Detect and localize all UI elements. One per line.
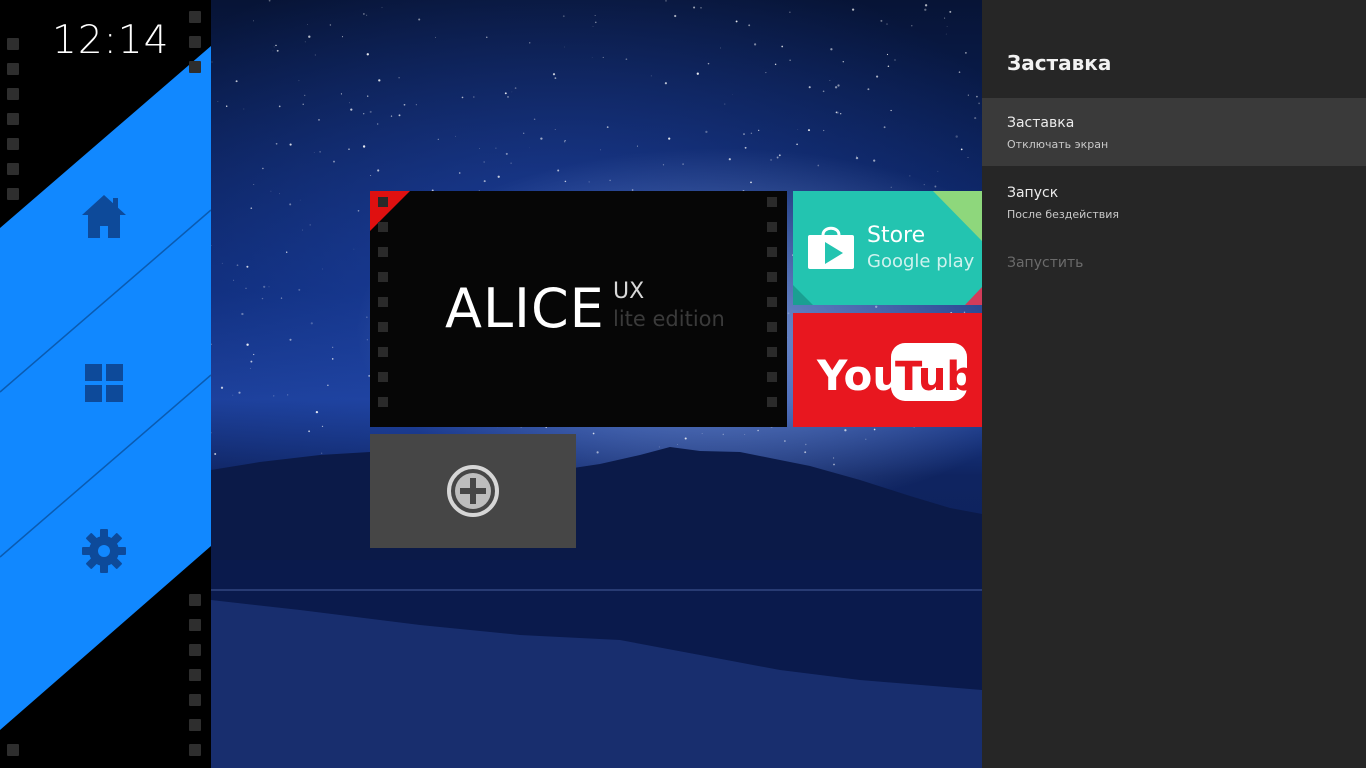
menu-item-label: Заставка: [1007, 115, 1075, 131]
film-hole: [189, 644, 201, 656]
alice-logo-word: ALICE: [445, 277, 605, 340]
film-hole: [189, 669, 201, 681]
menu-item-launch-delay[interactable]: Запуск После бездействия: [982, 168, 1366, 236]
film-hole: [378, 272, 388, 282]
film-hole: [7, 38, 19, 50]
menu-item-screensaver[interactable]: Заставка Отключать экран: [982, 98, 1366, 166]
film-hole: [767, 247, 777, 257]
youtube-tube-text: Tube: [895, 354, 967, 400]
film-hole: [767, 372, 777, 382]
film-hole: [189, 594, 201, 606]
film-hole: [189, 744, 201, 756]
youtube-logo: You Tube: [816, 343, 967, 401]
film-hole: [7, 744, 19, 756]
film-hole: [189, 61, 201, 73]
film-hole: [378, 347, 388, 357]
store-subtitle: Google play: [867, 251, 975, 272]
film-hole: [378, 297, 388, 307]
film-hole: [378, 247, 388, 257]
film-hole: [378, 372, 388, 382]
film-hole: [767, 272, 777, 282]
youtube-you-text: You: [816, 351, 902, 400]
film-hole: [767, 222, 777, 232]
film-hole: [189, 719, 201, 731]
film-hole: [767, 397, 777, 407]
film-hole: [189, 11, 201, 23]
youtube-tile[interactable]: You Tube: [793, 313, 982, 427]
film-hole: [7, 88, 19, 100]
play-store-bag-icon: [808, 226, 854, 269]
clock: 12:14: [52, 18, 170, 63]
menu-item-label: Запустить: [1007, 255, 1084, 271]
film-hole: [767, 197, 777, 207]
menu-item-subtitle: После бездействия: [1007, 208, 1119, 221]
film-hole: [378, 397, 388, 407]
add-app-tile[interactable]: [370, 434, 576, 548]
film-hole: [378, 322, 388, 332]
alice-ux-tile[interactable]: ALICE UX lite edition: [370, 191, 787, 427]
film-hole: [767, 322, 777, 332]
windows-grid-icon[interactable]: [85, 364, 123, 402]
film-hole: [7, 188, 19, 200]
film-hole: [7, 63, 19, 75]
add-circle-icon: [447, 465, 499, 517]
menu-item-start-now[interactable]: Запустить: [982, 240, 1366, 288]
launcher-screen: 12:14 ALICE UX lite edition Store Google…: [0, 0, 1366, 768]
film-hole: [7, 138, 19, 150]
home-icon[interactable]: [80, 192, 128, 240]
alice-logo-ux: UX: [613, 279, 645, 304]
gear-icon[interactable]: [81, 528, 127, 574]
sidebar: 12:14: [0, 0, 211, 768]
film-hole: [7, 163, 19, 175]
menu-item-subtitle: Отключать экран: [1007, 138, 1109, 151]
film-hole: [189, 36, 201, 48]
film-hole: [189, 694, 201, 706]
store-title: Store: [867, 223, 926, 248]
film-hole: [767, 297, 777, 307]
film-hole: [378, 197, 388, 207]
alice-logo-edition: lite edition: [613, 307, 725, 331]
film-hole: [767, 347, 777, 357]
google-play-store-tile[interactable]: Store Google play: [793, 191, 982, 305]
film-hole: [189, 619, 201, 631]
screensaver-settings-panel: Заставка Заставка Отключать экран Запуск…: [982, 0, 1366, 768]
film-hole: [7, 113, 19, 125]
panel-title: Заставка: [1007, 51, 1112, 75]
menu-item-label: Запуск: [1007, 185, 1059, 201]
film-hole: [378, 222, 388, 232]
